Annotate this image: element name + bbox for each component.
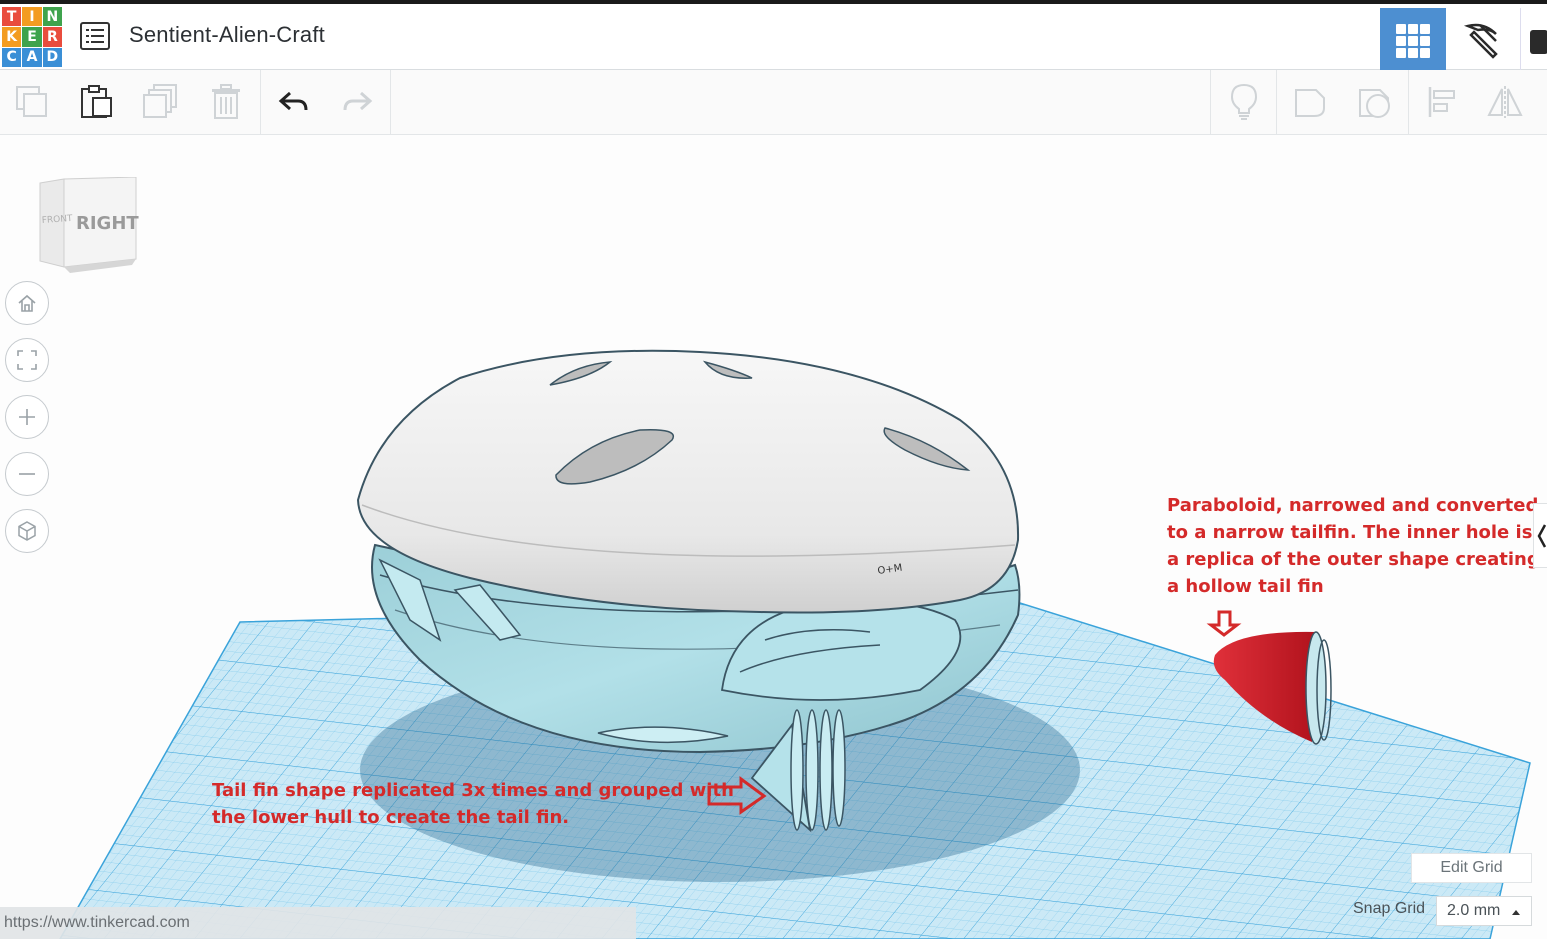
paste-button[interactable]: [64, 70, 128, 134]
note-shape-icon: [1295, 89, 1325, 117]
duplicate-icon: [143, 84, 177, 118]
duplicate-button[interactable]: [129, 70, 193, 134]
annotation-paraboloid: Paraboloid, narrowed and converted to a …: [1167, 495, 1540, 597]
zoom-out-icon: [19, 473, 35, 475]
align-button[interactable]: [1410, 70, 1474, 134]
home-icon: [18, 294, 36, 312]
redo-icon: [343, 91, 373, 111]
home-view-button[interactable]: [5, 281, 49, 325]
undo-button[interactable]: [262, 70, 326, 134]
annotation-tail-fin: Tail fin shape replicated 3x times and g…: [212, 780, 734, 828]
caret-up-icon: [1512, 910, 1520, 915]
logo-letter: C: [2, 47, 22, 67]
3d-design-view-button[interactable]: [1380, 8, 1446, 73]
annotation-arrow-down: [1206, 610, 1242, 637]
logo-letter: I: [22, 7, 42, 27]
fit-icon: [17, 350, 37, 370]
mirror-button[interactable]: [1473, 70, 1537, 134]
edit-toolbar: [0, 70, 1547, 135]
logo-letter: T: [2, 7, 22, 27]
redo-button[interactable]: [325, 70, 389, 134]
undo-icon: [278, 91, 308, 111]
hole-icon: [1359, 89, 1390, 118]
logo-letter: A: [22, 47, 42, 67]
edit-grid-button[interactable]: Edit Grid: [1411, 853, 1532, 883]
design-menu-button[interactable]: [80, 22, 110, 50]
solid-shape-button[interactable]: [1278, 70, 1342, 134]
logo-letter: K: [2, 27, 22, 47]
zoom-in-button[interactable]: [5, 395, 49, 439]
app-header: T I N K E R C A D Sentient-Alien-Craft: [0, 4, 1547, 73]
blocks-view-button[interactable]: [1450, 8, 1512, 73]
notes-lightbulb-button[interactable]: [1212, 70, 1276, 134]
snap-grid-label: Snap Grid: [1353, 900, 1426, 917]
logo-letter: E: [22, 27, 42, 47]
perspective-cube-icon: [18, 521, 36, 541]
browser-status-url: https://www.tinkercad.com: [0, 907, 636, 939]
snap-grid-select[interactable]: 2.0 mm: [1436, 896, 1532, 926]
toolbar-divider: [1408, 70, 1409, 134]
delete-button[interactable]: [194, 70, 258, 134]
logo-letter: R: [42, 27, 62, 47]
toolbar-divider: [1276, 70, 1277, 134]
tinkercad-logo[interactable]: T I N K E R C A D: [2, 7, 62, 67]
toolbar-divider: [390, 70, 391, 134]
snap-grid-value: 2.0 mm: [1447, 902, 1501, 919]
zoom-in-icon: [19, 409, 35, 425]
logo-letter: D: [42, 47, 62, 67]
lightbulb-icon: [1230, 83, 1258, 120]
toolbar-divider: [260, 70, 261, 134]
paste-icon: [81, 85, 112, 118]
copy-button[interactable]: [0, 70, 64, 134]
view-cube[interactable]: FRONT RIGHT: [34, 176, 144, 282]
design-title[interactable]: Sentient-Alien-Craft: [129, 22, 325, 48]
zoom-out-button[interactable]: [5, 452, 49, 496]
grid-icon: [1396, 23, 1430, 58]
align-icon: [1428, 87, 1455, 117]
mirror-icon: [1487, 86, 1523, 118]
trash-icon: [212, 84, 240, 119]
copy-icon: [16, 86, 47, 117]
fit-all-button[interactable]: [5, 338, 49, 382]
circuits-view-button[interactable]: [1520, 8, 1547, 73]
perspective-toggle-button[interactable]: [5, 509, 49, 553]
pickaxe-icon: [1463, 23, 1498, 59]
hole-shape-button[interactable]: [1343, 70, 1407, 134]
workplane-viewport[interactable]: O+M FRONT RIGHT Paraboloid, narrowed and…: [0, 135, 1547, 939]
upper-dome: O+M: [356, 349, 1020, 614]
toolbar-divider: [1210, 70, 1211, 134]
view-cube-right-label: RIGHT: [76, 213, 139, 234]
logo-letter: N: [42, 7, 62, 27]
chevron-left-icon: [1537, 524, 1547, 548]
shapes-panel-toggle[interactable]: [1533, 503, 1547, 568]
